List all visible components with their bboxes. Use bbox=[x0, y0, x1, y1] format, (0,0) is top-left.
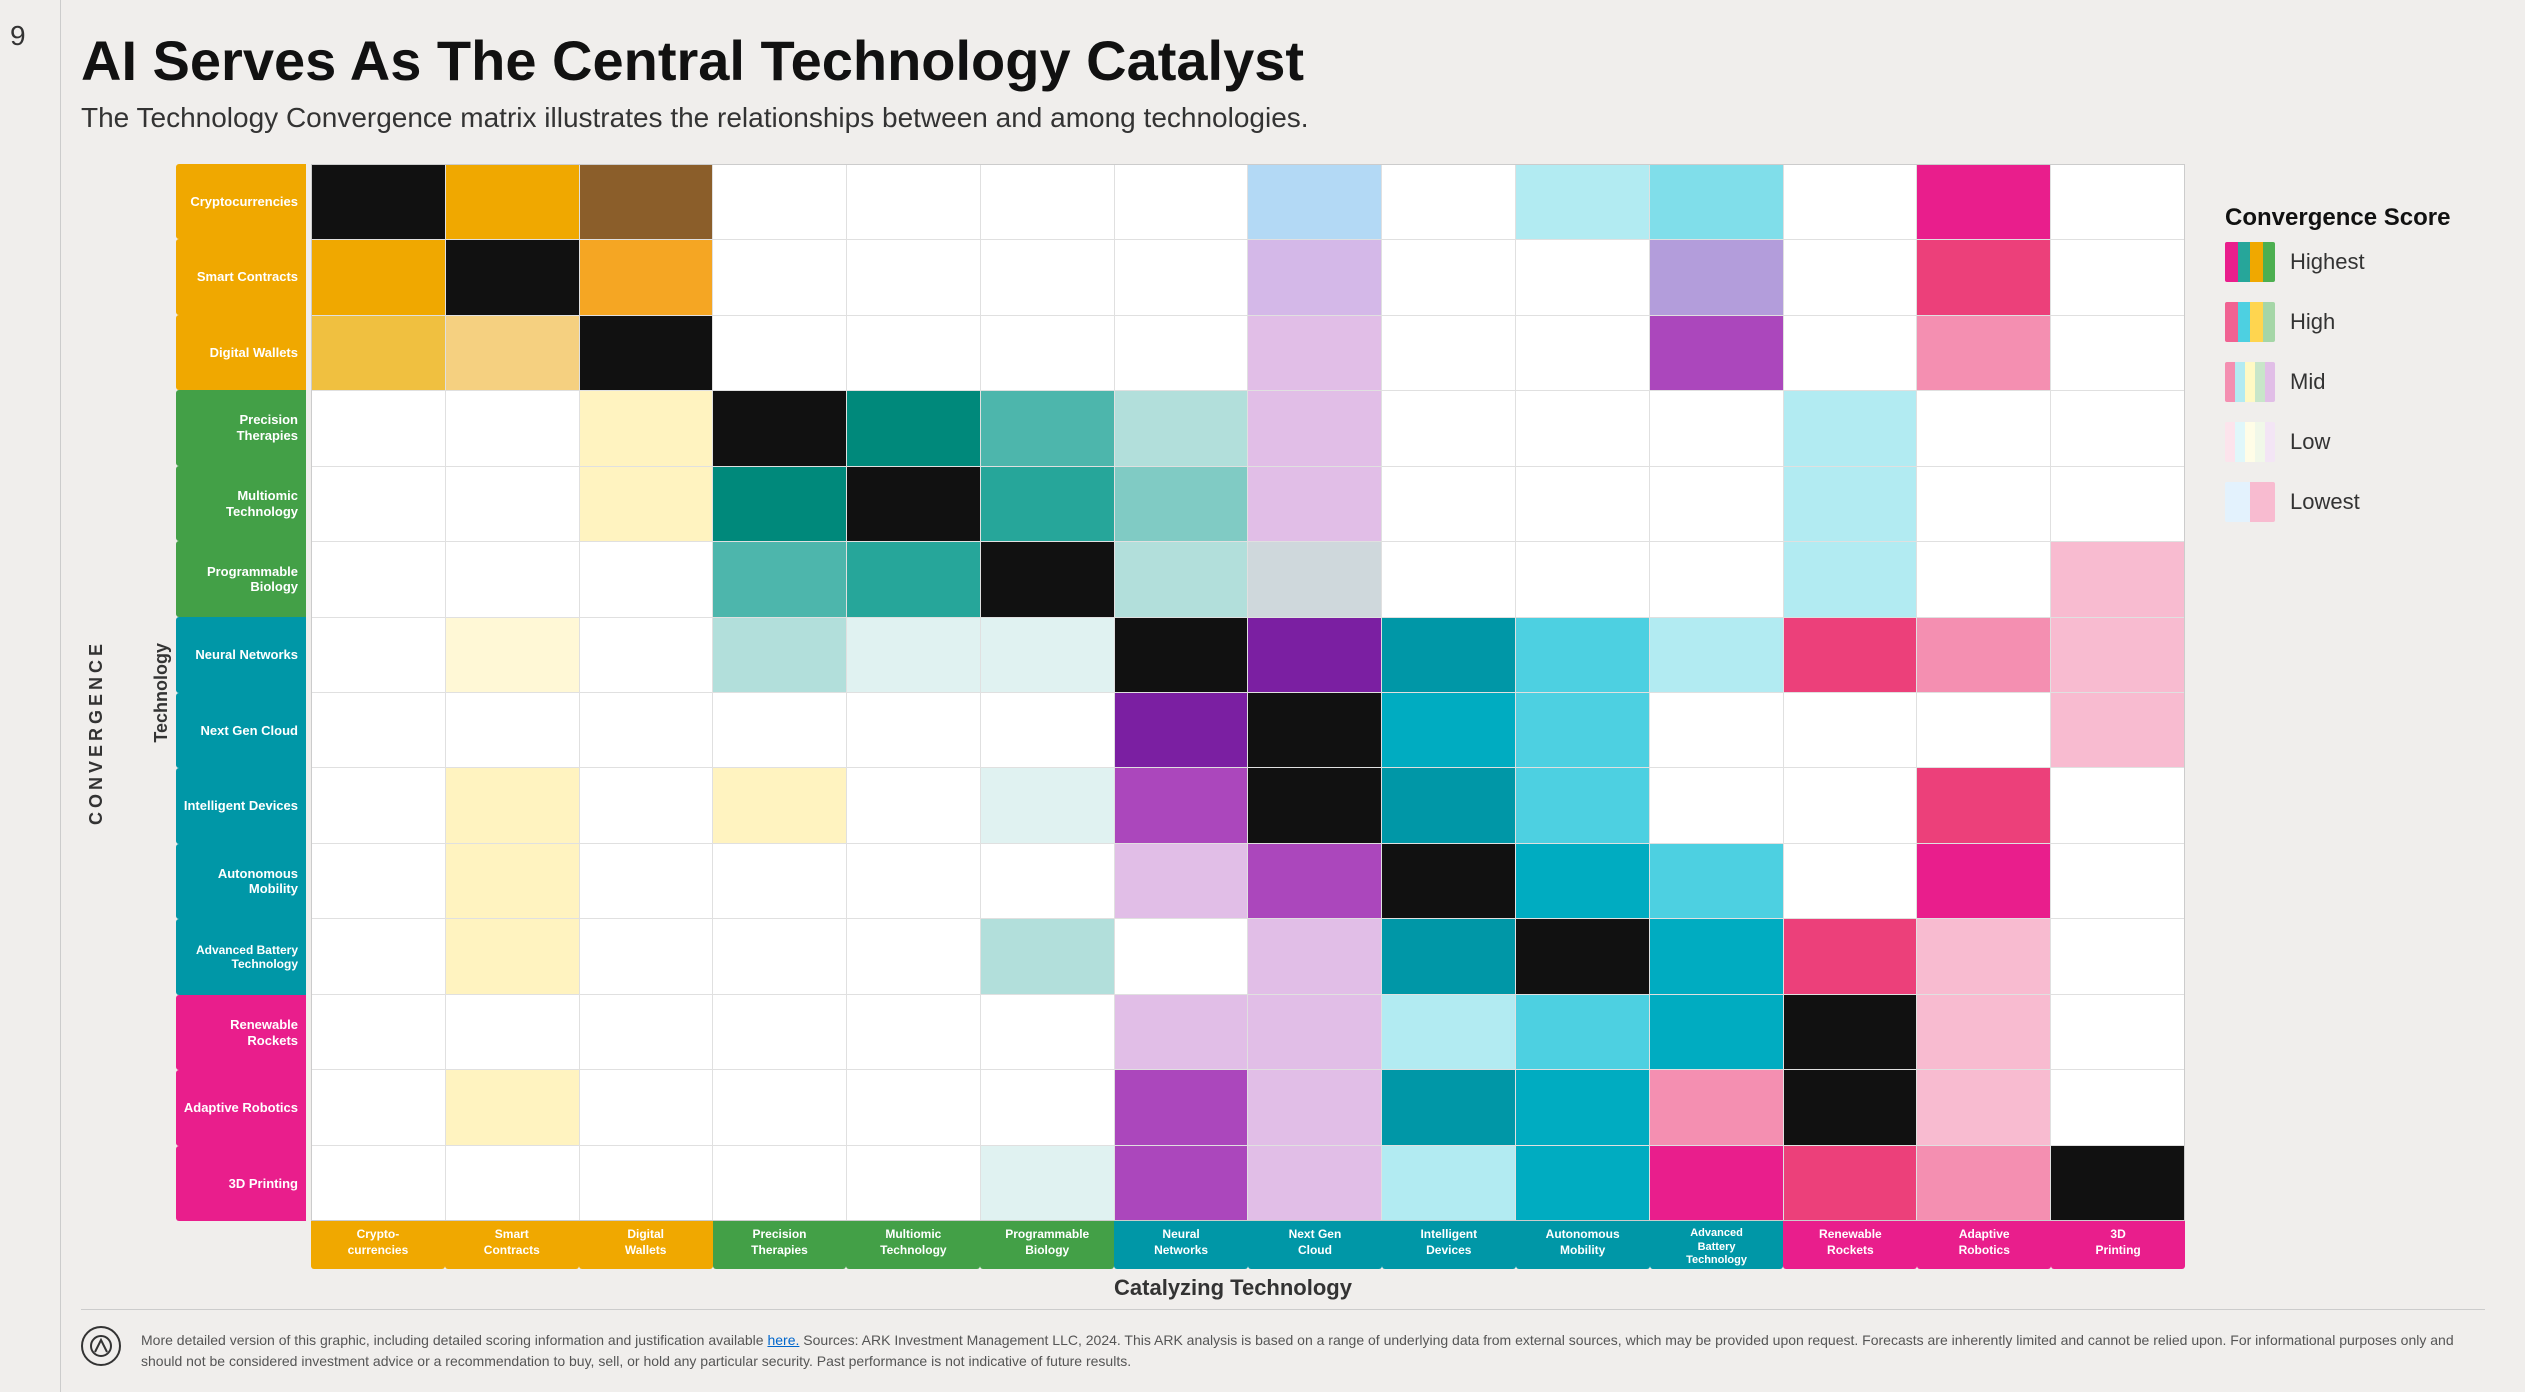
page-subtitle: The Technology Convergence matrix illust… bbox=[81, 102, 2485, 134]
y-label-cryptocurrencies: Cryptocurrencies bbox=[176, 164, 306, 240]
footer-link[interactable]: here. bbox=[767, 1332, 799, 1348]
matrix-grid bbox=[311, 164, 2185, 1222]
convergence-axis-label: CONVERGENCE bbox=[81, 164, 111, 1301]
legend-label-high: High bbox=[2290, 309, 2335, 335]
y-label-intelligent-devices: Intelligent Devices bbox=[176, 768, 306, 844]
footer-text: More detailed version of this graphic, i… bbox=[141, 1330, 2485, 1372]
legend-item-high: High bbox=[2225, 302, 2485, 342]
y-label-multiomic-technology: Multiomic Technology bbox=[176, 466, 306, 542]
y-label-digital-wallets: Digital Wallets bbox=[176, 315, 306, 391]
y-label-adaptive-robotics: Adaptive Robotics bbox=[176, 1070, 306, 1146]
legend-label-highest: Highest bbox=[2290, 249, 2365, 275]
x-label-precision-therapies: PrecisionTherapies bbox=[713, 1221, 847, 1269]
page-title: AI Serves As The Central Technology Cata… bbox=[81, 30, 2485, 92]
page-number: 9 bbox=[10, 20, 26, 52]
x-label-intelligent-devices: IntelligentDevices bbox=[1382, 1221, 1516, 1269]
y-label-renewable-rockets: Renewable Rockets bbox=[176, 995, 306, 1071]
legend-item-lowest: Lowest bbox=[2225, 482, 2485, 522]
y-label-neural-networks: Neural Networks bbox=[176, 617, 306, 693]
y-label-autonomous-mobility: Autonomous Mobility bbox=[176, 844, 306, 920]
y-label-programmable-biology: Programmable Biology bbox=[176, 541, 306, 617]
catalyzing-axis-label: Catalyzing Technology bbox=[281, 1275, 2185, 1301]
x-label-multiomic-technology: MultiomicTechnology bbox=[846, 1221, 980, 1269]
y-label-next-gen-cloud: Next Gen Cloud bbox=[176, 693, 306, 769]
x-label-programmable-biology: ProgrammableBiology bbox=[980, 1221, 1114, 1269]
y-labels-container: Cryptocurrencies Smart Contracts Digital… bbox=[176, 164, 306, 1222]
y-label-smart-contracts: Smart Contracts bbox=[176, 239, 306, 315]
legend-label-lowest: Lowest bbox=[2290, 489, 2360, 515]
legend-label-low: Low bbox=[2290, 429, 2330, 455]
x-label-3d-printing: 3DPrinting bbox=[2051, 1221, 2185, 1269]
y-label-advanced-battery: Advanced Battery Technology bbox=[176, 919, 306, 995]
footer-area: More detailed version of this graphic, i… bbox=[81, 1309, 2485, 1372]
x-label-renewable-rockets: RenewableRockets bbox=[1783, 1221, 1917, 1269]
ark-logo bbox=[81, 1326, 121, 1366]
legend-item-highest: Highest bbox=[2225, 242, 2485, 282]
technology-axis-label: Technology bbox=[151, 643, 172, 743]
x-label-smart-contracts: SmartContracts bbox=[445, 1221, 579, 1269]
y-label-3d-printing: 3D Printing bbox=[176, 1146, 306, 1222]
legend-item-low: Low bbox=[2225, 422, 2485, 462]
x-label-advanced-battery: AdvancedBatteryTechnology bbox=[1650, 1221, 1784, 1269]
legend-title: Convergence Score bbox=[2225, 204, 2485, 232]
x-labels-container: Crypto-currencies SmartContracts Digital… bbox=[151, 1221, 2185, 1269]
x-label-adaptive-robotics: AdaptiveRobotics bbox=[1917, 1221, 2051, 1269]
x-label-cryptocurrencies: Crypto-currencies bbox=[311, 1221, 445, 1269]
x-label-neural-networks: NeuralNetworks bbox=[1114, 1221, 1248, 1269]
y-label-precision-therapies: Precision Therapies bbox=[176, 390, 306, 466]
x-label-digital-wallets: DigitalWallets bbox=[579, 1221, 713, 1269]
x-label-autonomous-mobility: AutonomousMobility bbox=[1516, 1221, 1650, 1269]
legend-panel: Convergence Score Highest bbox=[2225, 164, 2485, 1301]
x-label-next-gen-cloud: Next GenCloud bbox=[1248, 1221, 1382, 1269]
legend-label-mid: Mid bbox=[2290, 369, 2325, 395]
legend-item-mid: Mid bbox=[2225, 362, 2485, 402]
